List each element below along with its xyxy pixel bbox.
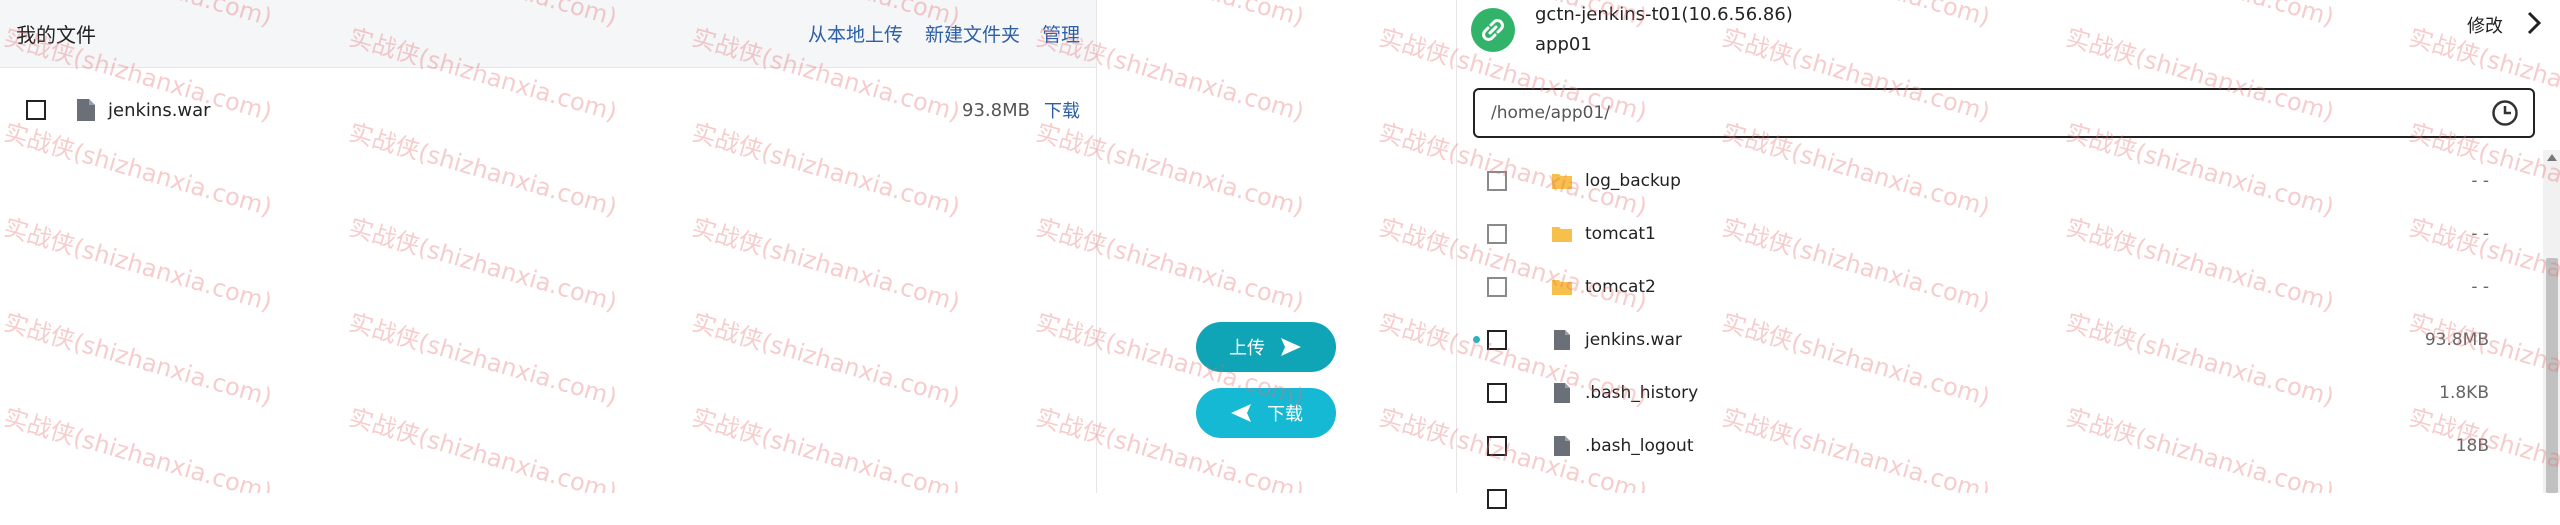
path-input[interactable] xyxy=(1489,102,2453,124)
scrollbar-thumb[interactable] xyxy=(2546,258,2558,493)
row-checkbox[interactable] xyxy=(1487,382,1507,403)
history-clock-icon[interactable] xyxy=(2491,99,2519,127)
remote-server-header: gctn-jenkins-t01(10.6.56.86) app01 修改 xyxy=(1457,0,2560,62)
edit-server-link[interactable]: 修改 xyxy=(2467,12,2503,38)
scroll-up-arrow-icon[interactable] xyxy=(2547,154,2557,161)
row-size: - - xyxy=(2471,170,2489,191)
row-name: .bash_history xyxy=(1585,382,1699,403)
download-button[interactable]: 下载 xyxy=(1196,388,1336,438)
local-file-download-link[interactable]: 下载 xyxy=(1044,97,1080,123)
manage-link[interactable]: 管理 xyxy=(1042,20,1080,47)
upload-button[interactable]: 上传 xyxy=(1196,322,1336,372)
upload-local-link[interactable]: 从本地上传 xyxy=(808,20,903,47)
row-size: - - xyxy=(2471,276,2489,297)
row-name: tomcat2 xyxy=(1585,276,1656,297)
send-right-icon xyxy=(1281,338,1301,356)
link-icon xyxy=(1471,8,1515,52)
file-icon xyxy=(1554,435,1570,456)
local-files-actions: 从本地上传 新建文件夹 管理 xyxy=(808,20,1080,47)
list-item[interactable]: tomcat1 - - xyxy=(1457,207,2547,260)
row-checkbox[interactable] xyxy=(1487,329,1507,350)
local-files-title: 我的文件 xyxy=(16,23,96,47)
folder-icon xyxy=(1552,279,1572,295)
row-name: .bash_logout xyxy=(1585,435,1694,456)
new-item-dot xyxy=(1473,336,1480,343)
folder-icon xyxy=(1552,173,1572,189)
file-icon xyxy=(77,99,95,121)
server-name: gctn-jenkins-t01(10.6.56.86) xyxy=(1535,4,1793,25)
path-field[interactable] xyxy=(1473,88,2535,138)
row-size: 18B xyxy=(2455,435,2489,456)
send-left-icon xyxy=(1231,404,1251,422)
remote-file-list: log_backup - - tomcat1 - - tomcat2 - - j… xyxy=(1457,154,2547,525)
list-item[interactable]: .bash_logout 18B xyxy=(1457,419,2547,472)
row-size: - - xyxy=(2471,223,2489,244)
row-size: 93.8MB xyxy=(2424,329,2489,350)
remote-files-panel: gctn-jenkins-t01(10.6.56.86) app01 修改 lo… xyxy=(1456,0,2560,509)
download-button-label: 下载 xyxy=(1267,404,1303,425)
row-name: tomcat1 xyxy=(1585,223,1656,244)
row-checkbox[interactable] xyxy=(1487,223,1507,244)
local-file-checkbox[interactable] xyxy=(26,100,46,120)
server-user: app01 xyxy=(1535,34,1592,55)
row-checkbox[interactable] xyxy=(1487,170,1507,191)
local-file-size: 93.8MB xyxy=(962,99,1030,121)
list-item[interactable]: tomcat2 - - xyxy=(1457,260,2547,313)
chevron-right-icon[interactable] xyxy=(2525,10,2543,36)
local-file-row[interactable]: jenkins.war 93.8MB 下载 xyxy=(0,88,1096,132)
local-files-panel: 我的文件 从本地上传 新建文件夹 管理 jenkins.war 93.8MB 下… xyxy=(0,0,1097,493)
row-checkbox[interactable] xyxy=(1487,276,1507,297)
row-size: 1.8KB xyxy=(2439,382,2489,403)
row-checkbox[interactable] xyxy=(1487,488,1507,509)
list-item[interactable]: jenkins.war 93.8MB xyxy=(1457,313,2547,366)
upload-button-label: 上传 xyxy=(1229,338,1265,359)
list-item[interactable]: .bash_history 1.8KB xyxy=(1457,366,2547,419)
local-files-header: 我的文件 从本地上传 新建文件夹 管理 xyxy=(0,0,1096,68)
file-icon xyxy=(1554,329,1570,350)
file-icon xyxy=(1554,382,1570,403)
row-name: log_backup xyxy=(1585,170,1681,191)
new-folder-link[interactable]: 新建文件夹 xyxy=(925,20,1020,47)
row-name: jenkins.war xyxy=(1585,329,1682,350)
folder-icon xyxy=(1552,226,1572,242)
row-checkbox[interactable] xyxy=(1487,435,1507,456)
local-file-name: jenkins.war xyxy=(108,99,211,121)
list-item-partial[interactable] xyxy=(1457,472,2547,525)
list-item[interactable]: log_backup - - xyxy=(1457,154,2547,207)
